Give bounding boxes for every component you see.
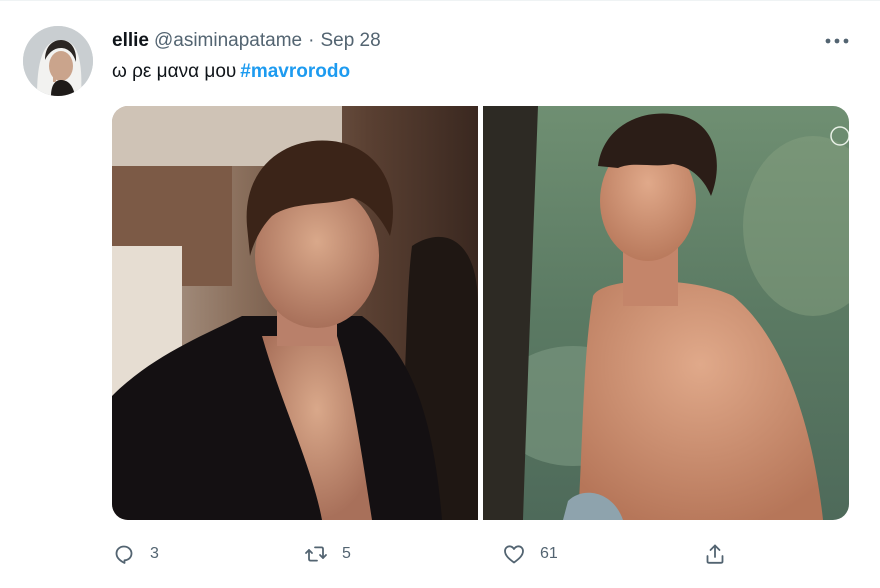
media-grid	[112, 106, 849, 520]
action-bar: 3 5 61	[112, 539, 849, 569]
like-count: 61	[540, 545, 558, 562]
tweet-body: ω ρε μανα μου	[112, 61, 237, 82]
retweet-count: 5	[342, 545, 351, 562]
more-options-button[interactable]	[820, 29, 854, 53]
display-name[interactable]: ellie	[112, 30, 149, 52]
user-handle[interactable]: @asiminapatame	[154, 30, 302, 52]
reply-count: 3	[150, 545, 159, 562]
tweet-card[interactable]: ellie @asiminapatame · Sep 28 ω ρε μανα …	[0, 0, 880, 588]
tweet-date[interactable]: Sep 28	[320, 30, 380, 52]
photo-2-image	[483, 106, 849, 520]
heart-icon	[504, 545, 524, 564]
separator-dot: ·	[308, 30, 315, 51]
reply-button[interactable]: 3	[112, 539, 159, 569]
photo-1[interactable]	[112, 106, 478, 520]
tweet-header: ellie @asiminapatame · Sep 28	[112, 29, 381, 53]
more-horizontal-icon	[825, 38, 849, 44]
photo-1-image	[112, 106, 478, 520]
avatar-image	[23, 26, 93, 96]
share-button[interactable]	[703, 539, 727, 569]
tweet-text: ω ρε μανα μου #mavrorodo	[112, 61, 350, 83]
reply-icon	[115, 545, 133, 564]
retweet-icon	[305, 546, 327, 562]
retweet-button[interactable]: 5	[304, 539, 351, 569]
hashtag-link[interactable]: #mavrorodo	[240, 61, 350, 82]
share-icon	[706, 544, 724, 564]
avatar[interactable]	[23, 26, 93, 96]
like-button[interactable]: 61	[502, 539, 558, 569]
photo-2[interactable]	[483, 106, 849, 520]
